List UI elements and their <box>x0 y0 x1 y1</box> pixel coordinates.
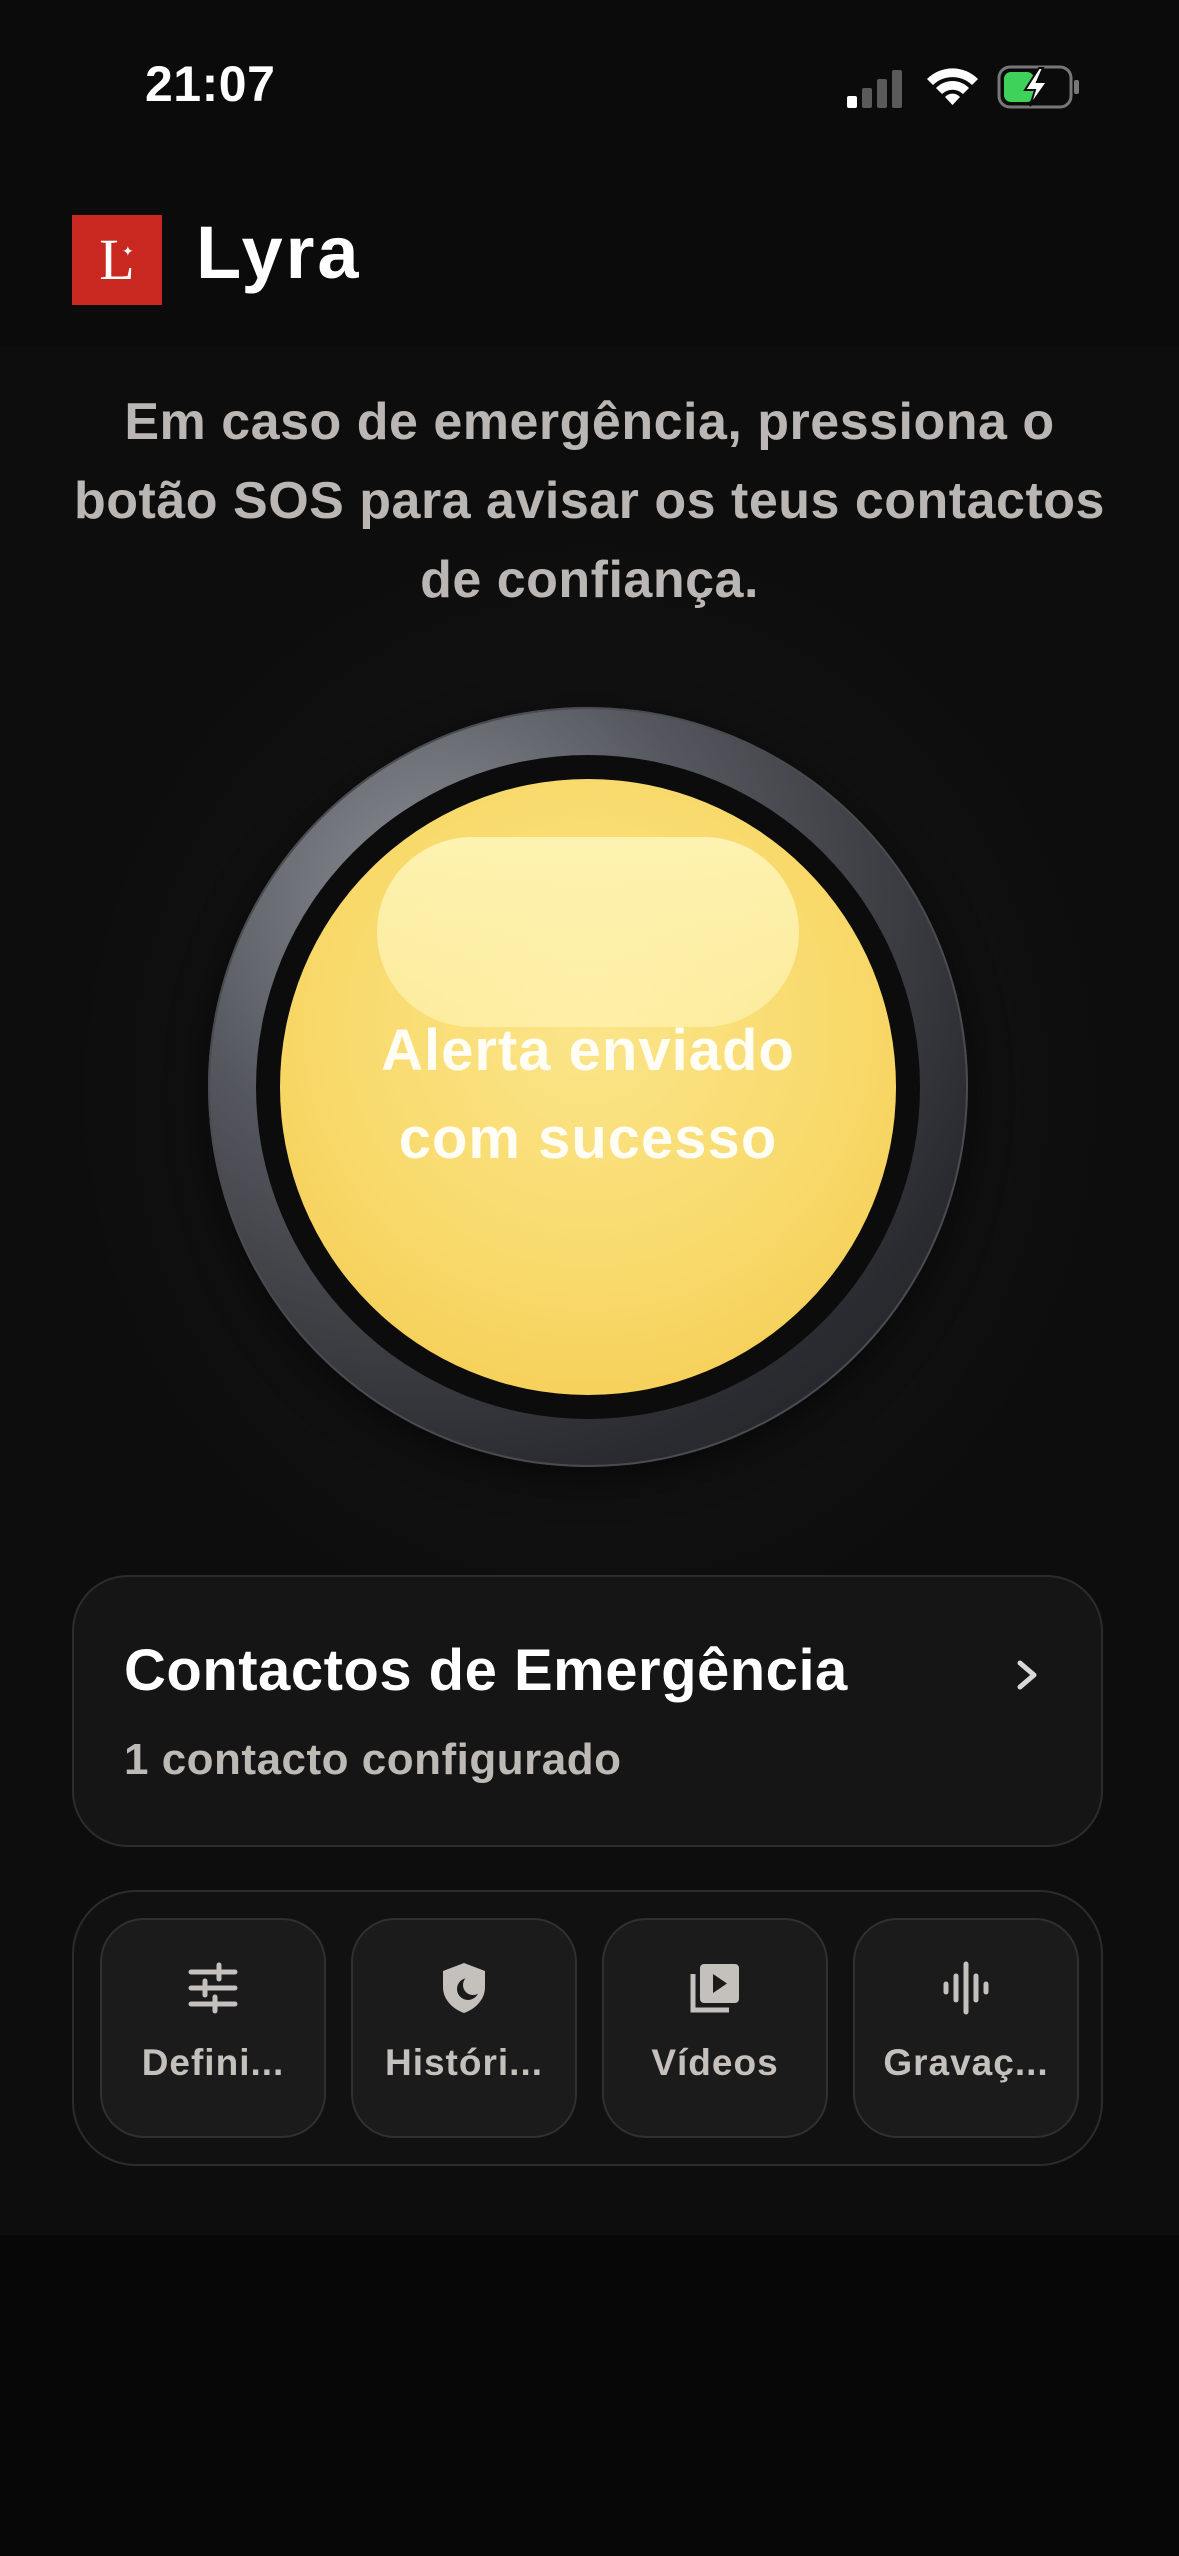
sos-status-line-1: Alerta enviado <box>381 1018 795 1083</box>
sliders-icon <box>188 1962 238 2014</box>
toolbar-item-settings[interactable]: Defini... <box>100 1918 326 2138</box>
main-content: Em caso de emergência, pressiona o botão… <box>0 345 1179 2235</box>
app-header: L ✦ Lyra <box>0 170 1179 345</box>
shield-moon-icon <box>443 1963 485 2013</box>
wifi-icon <box>927 68 978 105</box>
toolbar-label-settings: Defini... <box>141 2042 285 2083</box>
toolbar-label-recordings: Gravaç... <box>883 2042 1049 2083</box>
sos-button-face[interactable]: Alerta enviado com sucesso <box>280 779 896 1395</box>
sos-status-line-2: com sucesso <box>398 1106 778 1171</box>
emergency-contacts-title: Contactos de Emergência <box>124 1638 848 1703</box>
audio-waveform-icon <box>943 1961 989 2015</box>
toolbar-item-history[interactable]: Históri... <box>351 1918 577 2138</box>
sos-button-highlight <box>377 837 799 1027</box>
video-library-icon <box>690 1964 739 2013</box>
app-logo: L ✦ <box>72 215 162 305</box>
toolbar-label-history: Históri... <box>384 2042 544 2083</box>
sos-button-ring: Alerta enviado com sucesso <box>256 755 920 1419</box>
status-bar: 21:07 <box>0 0 1179 170</box>
chevron-right-icon <box>1017 1660 1037 1690</box>
sos-button[interactable]: Alerta enviado com sucesso <box>208 707 968 1467</box>
intro-text: Em caso de emergência, pressiona o botão… <box>74 393 1105 609</box>
battery-charging-icon <box>997 65 1079 109</box>
app-title: Lyra <box>196 211 362 294</box>
logo-letter: L <box>99 227 135 292</box>
toolbar-item-videos[interactable]: Vídeos <box>602 1918 828 2138</box>
status-time: 21:07 <box>145 56 276 112</box>
logo-sparkle-icon: ✦ <box>122 243 134 259</box>
toolbar-label-videos: Vídeos <box>651 2042 779 2083</box>
bottom-toolbar: Defini... Históri... Vídeos Gravaç... <box>72 1890 1103 2166</box>
emergency-contacts-count: 1 contacto configurado <box>124 1735 622 1784</box>
toolbar-item-recordings[interactable]: Gravaç... <box>853 1918 1079 2138</box>
sos-status-label: Alerta enviado com sucesso <box>280 1007 896 1183</box>
emergency-contacts-card[interactable]: Contactos de Emergência 1 contacto confi… <box>72 1575 1103 1847</box>
cellular-signal-icon <box>847 70 902 108</box>
